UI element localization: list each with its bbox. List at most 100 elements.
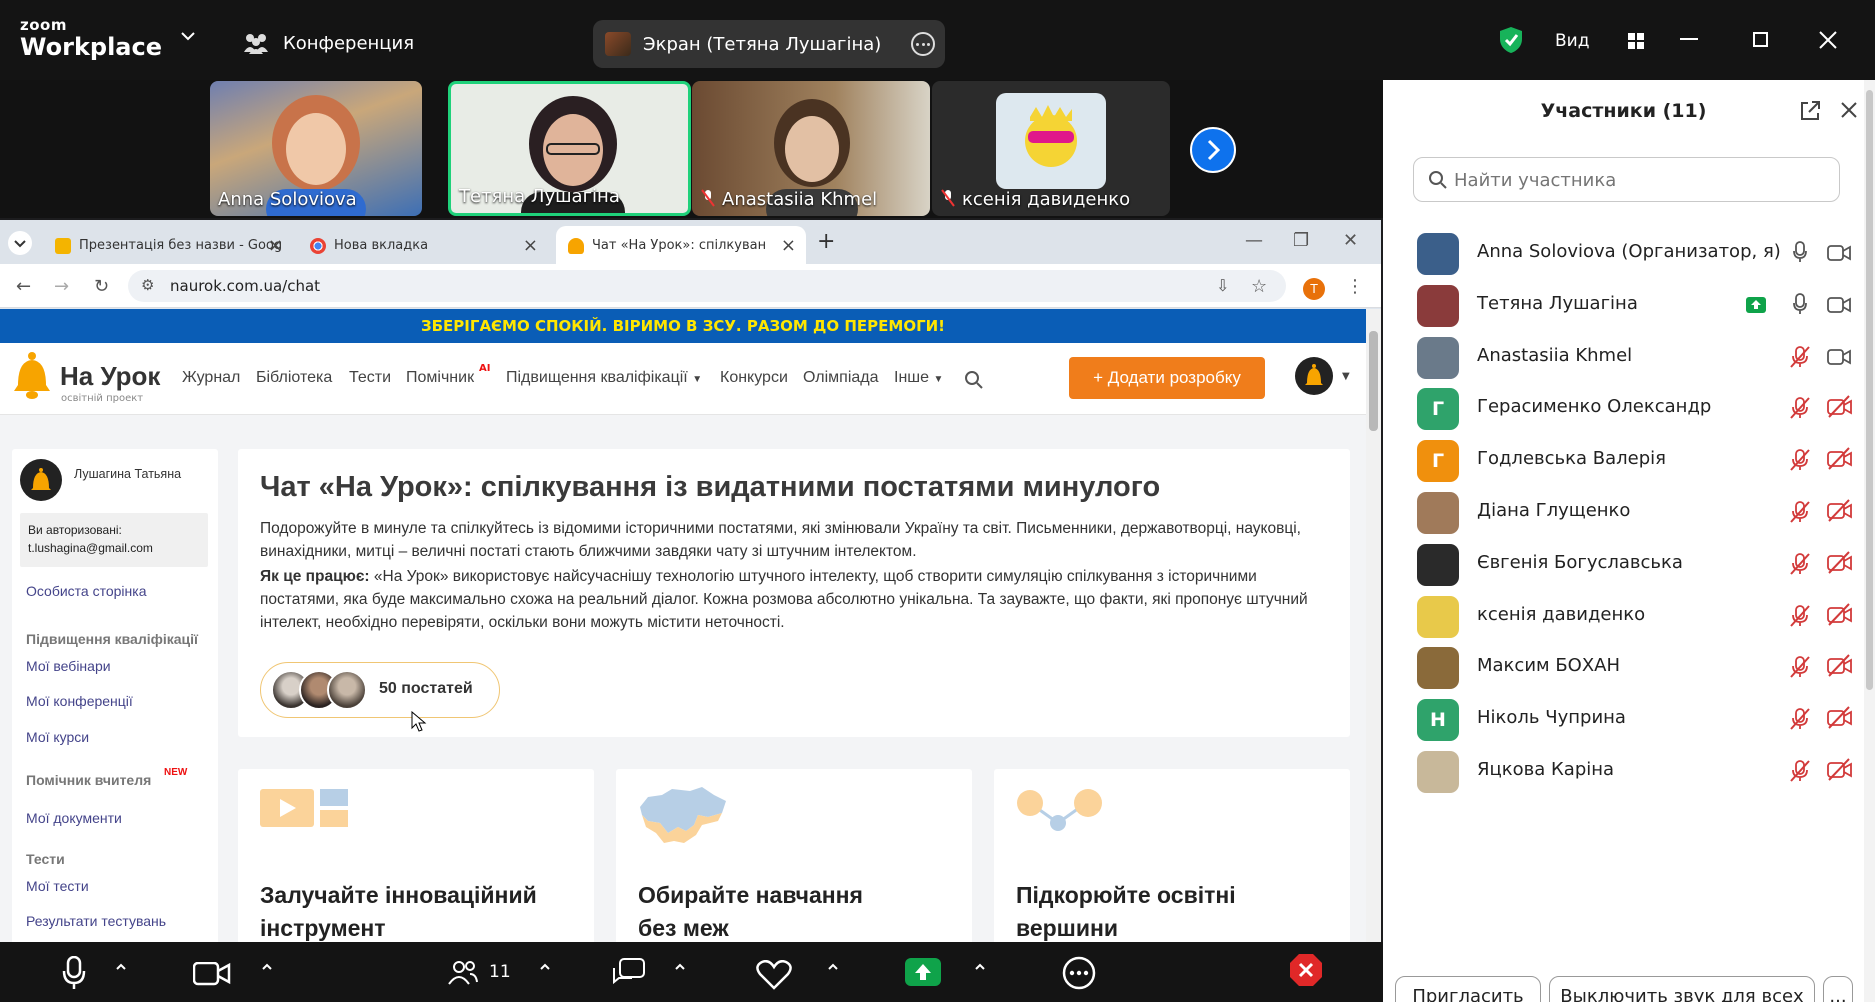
reactions-heart-icon[interactable] [756, 960, 792, 990]
video-camera-icon[interactable] [1827, 348, 1851, 370]
muted-mic-icon[interactable] [1789, 345, 1811, 373]
site-logo-title[interactable]: На Урок [60, 361, 160, 392]
nav-contests[interactable]: Конкурси [720, 369, 788, 387]
search-input[interactable] [1454, 168, 1824, 192]
video-off-icon[interactable] [1827, 654, 1853, 682]
muted-mic-icon[interactable] [1789, 500, 1811, 528]
muted-mic-icon[interactable] [1789, 604, 1811, 632]
microphone-icon[interactable] [1793, 292, 1807, 319]
sidebar-my-tests[interactable]: Мої тести [26, 878, 89, 894]
invite-button[interactable]: Пригласить [1395, 976, 1541, 1002]
sidebar-courses[interactable]: Мої курси [26, 729, 89, 745]
video-camera-icon[interactable] [1827, 244, 1851, 266]
user-menu-caret-icon[interactable]: ▼ [1342, 371, 1350, 382]
participant-row[interactable]: Максим БОХАН [1383, 641, 1864, 693]
sidebar-user-name[interactable]: Лушагина Татьяна [74, 467, 181, 481]
participant-row[interactable]: ксенія давиденко [1383, 590, 1864, 642]
bell-logo-icon[interactable] [12, 351, 52, 399]
back-icon[interactable]: ← [16, 276, 31, 297]
caret-up-icon[interactable] [262, 962, 272, 972]
caret-up-icon[interactable] [975, 962, 985, 972]
bookmark-star-icon[interactable]: ☆ [1251, 276, 1267, 297]
participant-row[interactable]: Яцкова Каріна [1383, 745, 1864, 797]
participant-row[interactable]: Тетяна Лушагіна [1383, 279, 1864, 331]
mute-all-button[interactable]: Выключить звук для всех [1549, 976, 1815, 1002]
video-tile[interactable]: Anna Soloviova [210, 81, 422, 216]
video-tile-active[interactable]: Тетяна Лушагіна [448, 81, 691, 216]
participant-row[interactable]: Н Ніколь Чуприна [1383, 693, 1864, 745]
caret-up-icon[interactable] [675, 962, 685, 972]
video-tile[interactable]: Anastasiia Khmel [692, 81, 930, 216]
scrollbar-thumb[interactable] [1369, 331, 1378, 431]
browser-minimize-icon[interactable]: — [1245, 230, 1263, 251]
more-icon[interactable] [1062, 956, 1096, 990]
browser-tab[interactable]: Презентація без назви - Goog × [43, 226, 293, 264]
participant-row[interactable]: Anastasiia Khmel [1383, 331, 1864, 383]
participant-row[interactable]: Г Годлевська Валерія [1383, 434, 1864, 486]
close-tab-icon[interactable]: × [781, 235, 796, 256]
sidebar-test-results[interactable]: Результати тестувань [26, 913, 166, 929]
browser-close-icon[interactable]: ✕ [1343, 230, 1358, 251]
video-off-icon[interactable] [1827, 499, 1853, 527]
video-camera-icon[interactable] [193, 962, 231, 986]
close-tab-icon[interactable]: × [268, 235, 283, 256]
sidebar-webinars[interactable]: Мої вебінари [26, 658, 111, 674]
caret-up-icon[interactable] [540, 962, 550, 972]
caret-up-icon[interactable] [828, 962, 838, 972]
muted-mic-icon[interactable] [1789, 552, 1811, 580]
panel-scrollbar[interactable] [1864, 80, 1875, 1002]
video-tile[interactable]: ксенія давиденко [932, 81, 1170, 216]
browser-tab-active[interactable]: Чат «На Урок»: спілкування із × [556, 226, 806, 264]
participant-row[interactable]: Г Герасименко Олександр [1383, 382, 1864, 434]
video-off-icon[interactable] [1827, 758, 1853, 786]
muted-mic-icon[interactable] [1789, 707, 1811, 735]
muted-mic-icon[interactable] [1789, 655, 1811, 683]
pop-out-icon[interactable] [1798, 99, 1822, 123]
feature-card[interactable]: Підкорюйте освітні вершини [994, 769, 1350, 942]
video-off-icon[interactable] [1827, 551, 1853, 579]
screen-share-indicator[interactable]: Экран (Тетяна Лушагіна) [593, 20, 945, 68]
reload-icon[interactable]: ↻ [94, 276, 109, 297]
feature-card[interactable]: Залучайте інноваційний інструмент [238, 769, 594, 942]
more-options-icon[interactable] [911, 32, 935, 56]
nav-tests[interactable]: Тести [349, 369, 391, 387]
search-icon[interactable] [964, 370, 984, 390]
share-screen-icon[interactable] [905, 958, 941, 986]
caret-up-icon[interactable] [116, 962, 126, 972]
video-camera-icon[interactable] [1827, 296, 1851, 318]
close-window-icon[interactable] [1818, 30, 1838, 50]
add-material-button[interactable]: + Додати розробку [1069, 357, 1265, 399]
close-tab-icon[interactable]: × [523, 235, 538, 256]
muted-mic-icon[interactable] [1789, 448, 1811, 476]
microphone-icon[interactable] [1793, 241, 1807, 267]
video-off-icon[interactable] [1827, 447, 1853, 475]
minimize-window-icon[interactable] [1680, 38, 1698, 40]
next-page-button[interactable] [1190, 127, 1236, 173]
sidebar-personal-page[interactable]: Особиста сторінка [26, 583, 147, 599]
figures-button[interactable]: 50 постатей [260, 662, 500, 718]
grid-view-icon[interactable] [1628, 33, 1644, 49]
site-info-icon[interactable]: ⚙ [141, 276, 154, 294]
conference-label[interactable]: Конференция [283, 33, 414, 54]
nav-qualification[interactable]: Підвищення кваліфікації ▼ [506, 369, 702, 387]
sidebar-documents[interactable]: Мої документи [26, 810, 122, 826]
install-app-icon[interactable]: ⇩ [1216, 276, 1229, 295]
video-off-icon[interactable] [1827, 395, 1853, 423]
end-meeting-icon[interactable] [1288, 952, 1324, 988]
feature-card[interactable]: Обирайте навчання без меж [616, 769, 972, 942]
shield-check-icon[interactable] [1498, 26, 1524, 54]
participant-search[interactable] [1413, 157, 1840, 202]
participant-row[interactable]: Anna Soloviova (Организатор, я) [1383, 227, 1864, 279]
chevron-down-icon[interactable] [180, 30, 196, 42]
panel-scrollbar-thumb[interactable] [1866, 90, 1873, 690]
browser-menu-icon[interactable]: ⋮ [1346, 276, 1364, 297]
forward-icon[interactable]: → [54, 276, 69, 297]
nav-journal[interactable]: Журнал [182, 369, 240, 387]
sidebar-conferences[interactable]: Мої конференції [26, 693, 133, 709]
muted-mic-icon[interactable] [1789, 759, 1811, 787]
close-panel-icon[interactable] [1838, 99, 1860, 121]
zoom-logo[interactable]: zoom Workplace [20, 18, 162, 60]
maximize-window-icon[interactable] [1753, 32, 1768, 47]
nav-assistant[interactable]: Помічник [406, 369, 474, 387]
user-avatar[interactable] [1295, 357, 1333, 395]
